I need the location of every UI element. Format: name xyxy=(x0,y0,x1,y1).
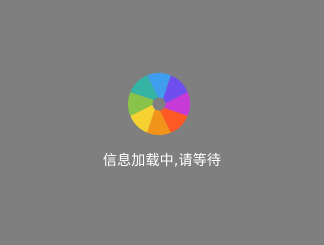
loading-message: 信息加载中,请等待 xyxy=(102,153,222,169)
aperture-spinner-icon xyxy=(127,72,191,136)
loading-overlay: 信息加载中,请等待 xyxy=(0,0,324,245)
